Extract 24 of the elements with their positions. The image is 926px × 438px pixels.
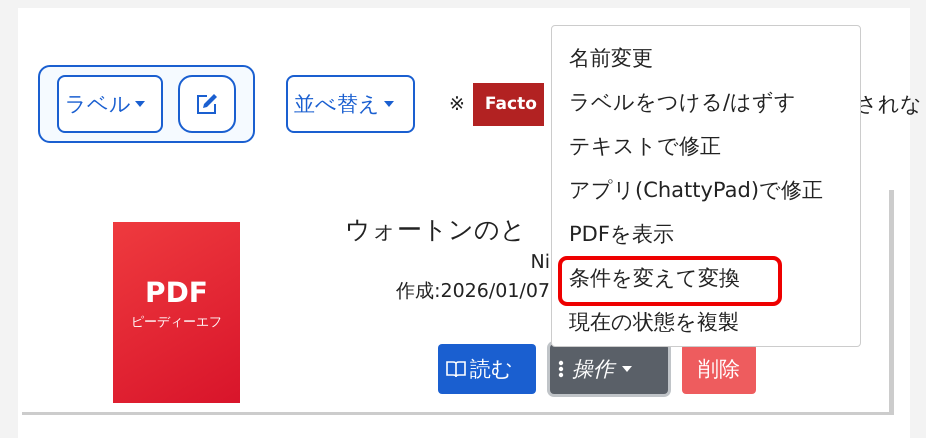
document-title: ウォートンのと <box>345 214 526 246</box>
author-text: Ni <box>530 250 550 275</box>
note-mark: ※ <box>449 93 465 115</box>
menu-item[interactable]: ラベルをつける/はずす <box>552 83 860 127</box>
caret-icon <box>135 101 145 107</box>
edit-button[interactable] <box>178 75 236 133</box>
menu-item[interactable]: 現在の状態を複製 <box>552 303 860 347</box>
menu-item[interactable]: テキストで修正 <box>552 127 860 171</box>
actions-dropdown[interactable]: 操作 <box>550 344 668 394</box>
pdf-thumbnail: PDF ピーディーエフ <box>113 222 240 403</box>
label-dropdown[interactable]: ラベル <box>57 75 163 133</box>
badge: Facto <box>472 82 544 126</box>
menu-item[interactable]: PDFを表示 <box>552 215 860 259</box>
edit-icon <box>194 91 220 117</box>
menu-item[interactable]: 名前変更 <box>552 39 860 83</box>
caret-icon <box>384 101 394 107</box>
kebab-icon <box>558 360 564 378</box>
menu-item[interactable]: アプリ(ChattyPad)で修正 <box>552 171 860 215</box>
book-icon <box>446 360 466 378</box>
menu-item[interactable]: 条件を変えて変換 <box>558 256 782 306</box>
read-button[interactable]: 読む <box>438 344 536 394</box>
caret-icon <box>622 366 632 372</box>
created-date: 作成:2026/01/07 <box>396 279 550 304</box>
sort-dropdown[interactable]: 並べ替え <box>286 75 415 133</box>
